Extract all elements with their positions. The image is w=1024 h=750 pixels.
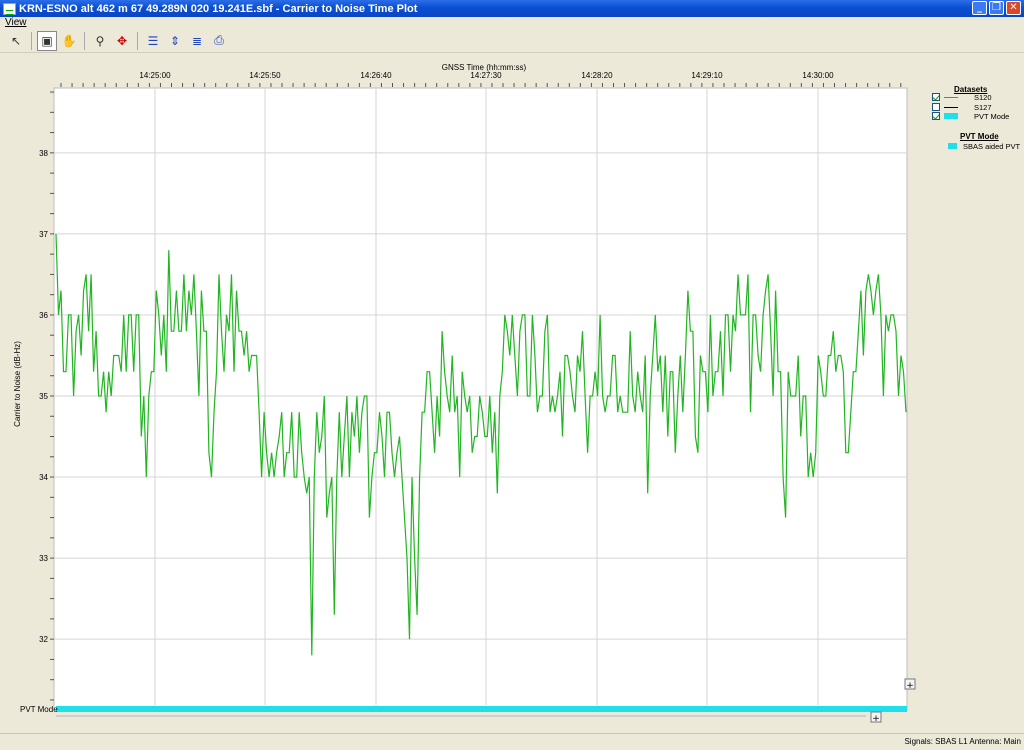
s120-swatch xyxy=(944,96,958,98)
plus-icon: + xyxy=(872,714,880,724)
x-tick-label: 14:25:00 xyxy=(139,71,171,80)
s127-swatch xyxy=(944,106,958,108)
x-tick-label: 14:28:20 xyxy=(581,71,613,80)
restore-button[interactable]: ❐ xyxy=(989,1,1004,15)
y-tick-label: 34 xyxy=(39,473,48,482)
menu-view[interactable]: View xyxy=(5,17,27,28)
pan-hand-icon[interactable]: ✋ xyxy=(59,31,79,51)
toolbar: ↖ ▣ ✋ ⚲ ✥ ☰ ⇕ ≣ ⎙ xyxy=(0,29,1024,53)
plus-icon: + xyxy=(906,681,914,691)
plot-area: 14:25:00 14:25:50 14:26:40 14:27:30 14:28:20… xyxy=(0,54,918,730)
print-icon[interactable]: ⎙ xyxy=(209,31,229,51)
x-axis: 14:25:00 14:25:50 14:26:40 14:27:30 14:28:20… xyxy=(60,71,902,87)
x-axis-label: GNSS Time (hh:mm:ss) xyxy=(442,63,527,72)
horizontal-lines-icon[interactable]: ☰ xyxy=(143,31,163,51)
window-title: KRN-ESNO alt 462 m 67 49.289N 020 19.241… xyxy=(19,2,418,15)
window-title-bar[interactable]: KRN-ESNO alt 462 m 67 49.289N 020 19.241… xyxy=(0,0,1024,17)
close-button[interactable]: ✕ xyxy=(1006,1,1021,15)
cn-time-plot: 14:25:00 14:25:50 14:26:40 14:27:30 14:28:20… xyxy=(13,63,916,724)
y-tick-label: 35 xyxy=(39,392,48,401)
legend-label-s120: S120 xyxy=(974,92,992,102)
window-controls: _ ❐ ✕ xyxy=(972,1,1021,15)
status-text: Signals: SBAS L1 Antenna: Main xyxy=(904,737,1021,746)
toolbar-separator xyxy=(84,31,85,50)
x-tick-label: 14:26:40 xyxy=(360,71,392,80)
measure-icon[interactable]: ⚲ xyxy=(90,31,110,51)
y-tick-label: 36 xyxy=(39,311,48,320)
fit-all-icon[interactable]: ✥ xyxy=(112,31,132,51)
y-tick-label: 38 xyxy=(39,149,48,158)
toolbar-separator xyxy=(137,31,138,50)
pvt-mode-row-label: PVT Mode xyxy=(20,705,58,714)
y-tick-label: 37 xyxy=(39,230,48,239)
pvt-legend-item: SBAS aided PVT xyxy=(948,141,1020,151)
x-tick-label: 14:25:50 xyxy=(249,71,281,80)
y-tick-label: 33 xyxy=(39,554,48,563)
pvt-swatch xyxy=(944,113,958,119)
status-bar: Signals: SBAS L1 Antenna: Main xyxy=(0,733,1024,749)
x-tick-label: 14:29:10 xyxy=(691,71,723,80)
legend-toggle-icon[interactable]: ≣ xyxy=(187,31,207,51)
checkbox-s127[interactable] xyxy=(932,103,940,111)
pvt-legend-label: SBAS aided PVT xyxy=(963,141,1021,151)
x-tick-label: 14:30:00 xyxy=(802,71,834,80)
app-icon xyxy=(3,2,16,15)
y-axis-label: Carrier to Noise (dB-Hz) xyxy=(13,341,22,427)
zoom-box-icon[interactable]: ▣ xyxy=(37,30,57,51)
menu-bar: View xyxy=(0,17,1024,29)
x-tick-label: 14:27:30 xyxy=(470,71,502,80)
pvt-sbas-swatch xyxy=(948,143,957,149)
legend-label-pvt: PVT Mode xyxy=(974,111,1010,121)
pvt-mode-title: PVT Mode xyxy=(960,132,999,141)
pvt-mode-band xyxy=(56,706,907,712)
minimize-button[interactable]: _ xyxy=(972,1,987,15)
legend-item-pvt[interactable]: PVT Mode xyxy=(932,111,1009,121)
checkbox-s120[interactable] xyxy=(932,93,940,101)
vertical-fit-icon[interactable]: ⇕ xyxy=(165,31,185,51)
legend-panel: Datasets S120 S127 PVT Mode PVT Mode SBA… xyxy=(918,54,1024,730)
legend-item-s120[interactable]: S120 xyxy=(932,92,992,102)
y-axis: 32 33 34 35 36 37 38 xyxy=(39,91,54,701)
checkbox-pvt[interactable] xyxy=(932,112,940,120)
y-tick-label: 32 xyxy=(39,635,48,644)
toolbar-separator xyxy=(31,31,32,50)
pointer-icon[interactable]: ↖ xyxy=(6,31,26,51)
